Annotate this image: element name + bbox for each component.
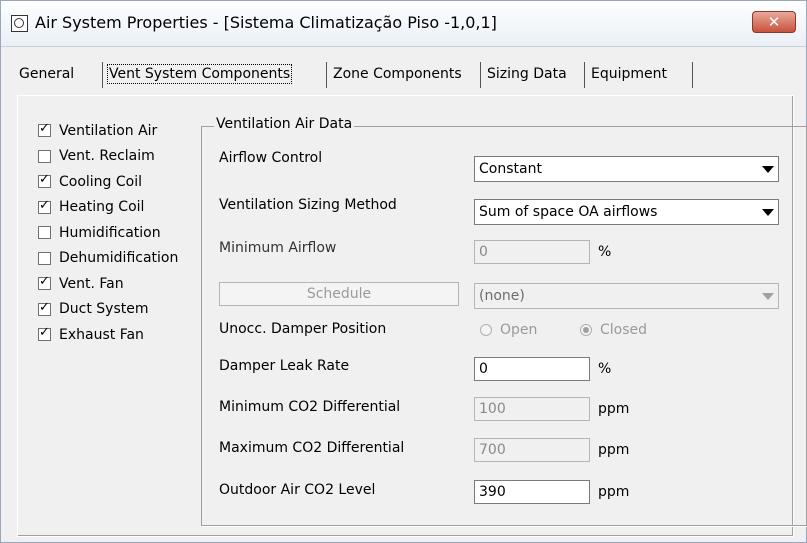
chevron-down-icon (762, 293, 774, 300)
checkbox[interactable] (38, 226, 51, 240)
leak-rate-label: Damper Leak Rate (219, 358, 350, 374)
component-heating-coil[interactable]: Heating Coil (38, 195, 178, 221)
min-co2-input[interactable]: 100 (474, 397, 590, 421)
component-vent-reclaim[interactable]: Vent. Reclaim (38, 144, 178, 170)
radio-icon (480, 324, 492, 336)
component-vent-fan[interactable]: Vent. Fan (38, 271, 178, 297)
outdoor-co2-input[interactable]: 390 (474, 480, 590, 504)
tab-vent-system-components[interactable]: Vent System Components (103, 62, 327, 88)
schedule-select[interactable]: (none) (474, 283, 779, 309)
damper-open-radio[interactable]: Open (480, 322, 537, 338)
checkbox[interactable] (38, 149, 51, 163)
component-exhaust-fan[interactable]: Exhaust Fan (38, 322, 178, 348)
component-dehumidification[interactable]: Dehumidification (38, 246, 178, 272)
radio-selected-icon (580, 324, 592, 336)
tab-equipment[interactable]: Equipment (585, 62, 693, 88)
min-co2-label: Minimum CO2 Differential (219, 399, 401, 415)
tab-zone-components[interactable]: Zone Components (327, 62, 481, 88)
checkbox[interactable] (38, 198, 51, 214)
checkbox[interactable] (38, 172, 51, 189)
component-duct-system[interactable]: Duct System (38, 297, 178, 323)
damper-position-label: Unocc. Damper Position (219, 321, 387, 337)
airflow-control-select[interactable]: Constant (474, 156, 779, 182)
sizing-method-label: Ventilation Sizing Method (219, 197, 397, 213)
min-co2-unit: ppm (598, 401, 630, 417)
tab-general[interactable]: General (17, 62, 103, 88)
min-airflow-unit: % (598, 244, 612, 260)
min-airflow-input[interactable]: 0 (474, 240, 590, 264)
max-co2-label: Maximum CO2 Differential (219, 440, 405, 456)
component-ventilation-air[interactable]: Ventilation Air (38, 118, 178, 144)
sizing-method-select[interactable]: Sum of space OA airflows (474, 199, 779, 225)
checkbox[interactable] (38, 251, 51, 265)
leak-rate-unit: % (598, 361, 612, 377)
tab-sizing-data[interactable]: Sizing Data (481, 62, 585, 88)
component-list: Ventilation Air Vent. Reclaim Cooling Co… (38, 118, 178, 348)
schedule-button[interactable]: Schedule (219, 282, 459, 306)
max-co2-input[interactable]: 700 (474, 438, 590, 462)
window-title: Air System Properties - [Sistema Climati… (35, 13, 497, 32)
damper-closed-radio[interactable]: Closed (580, 322, 647, 338)
outdoor-co2-label: Outdoor Air CO2 Level (219, 482, 376, 498)
checkbox[interactable] (38, 121, 51, 138)
max-co2-unit: ppm (598, 442, 630, 458)
checkbox[interactable] (38, 300, 51, 316)
min-airflow-label: Minimum Airflow (219, 240, 337, 256)
chevron-down-icon (762, 166, 774, 173)
chevron-down-icon (762, 209, 774, 216)
title-bar[interactable]: Air System Properties - [Sistema Climati… (1, 1, 806, 47)
checkbox[interactable] (38, 325, 51, 342)
airflow-control-label: Airflow Control (219, 150, 323, 166)
checkbox[interactable] (38, 274, 51, 291)
group-title: Ventilation Air Data (214, 116, 355, 132)
component-cooling-coil[interactable]: Cooling Coil (38, 169, 178, 195)
component-humidification[interactable]: Humidification (38, 220, 178, 246)
close-button[interactable]: ✕ (752, 11, 796, 33)
app-icon (11, 15, 28, 32)
leak-rate-input[interactable]: 0 (474, 357, 590, 381)
outdoor-co2-unit: ppm (598, 484, 630, 500)
